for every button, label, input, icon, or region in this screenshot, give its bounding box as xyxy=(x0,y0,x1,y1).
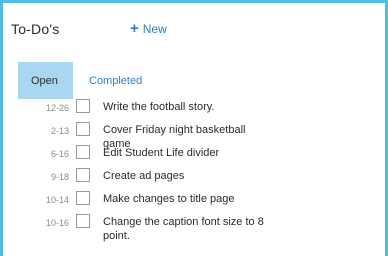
todo-row: 10-16 Change the caption font size to 8 … xyxy=(3,214,385,246)
todo-panel: To-Do's + New Open Completed 12-26 Write… xyxy=(0,0,388,256)
task-text: Change the caption font size to 8 point. xyxy=(103,216,264,242)
task-date: 12-26 xyxy=(45,103,69,113)
task-text: Write the football story. xyxy=(103,101,215,113)
todo-row: 2-13 Cover Friday night basketball game xyxy=(3,122,385,150)
new-button-label: New xyxy=(142,22,167,36)
new-todo-button[interactable]: + New xyxy=(130,20,167,37)
task-checkbox[interactable] xyxy=(76,168,90,182)
panel-title: To-Do's xyxy=(11,21,60,37)
task-date: 2-13 xyxy=(50,126,69,136)
tab-open[interactable]: Open xyxy=(18,62,73,99)
todo-row: 10-14 Make changes to title page xyxy=(3,191,385,209)
task-checkbox[interactable] xyxy=(76,145,90,159)
task-checkbox[interactable] xyxy=(76,122,90,136)
task-checkbox[interactable] xyxy=(76,214,90,228)
task-checkbox[interactable] xyxy=(76,191,90,205)
todo-row: 9-18 Create ad pages xyxy=(3,168,385,186)
todo-row: 6-16 Edit Student Life divider xyxy=(3,145,385,163)
task-date: 10-16 xyxy=(45,218,69,228)
tab-completed[interactable]: Completed xyxy=(73,62,154,99)
task-text: Make changes to title page xyxy=(103,193,235,205)
task-date: 10-14 xyxy=(45,195,69,205)
tab-open-label: Open xyxy=(31,74,58,87)
task-text: Edit Student Life divider xyxy=(103,147,220,159)
todo-header: To-Do's + New xyxy=(11,21,371,43)
todo-tabs: Open Completed xyxy=(18,62,154,99)
task-date: 6-16 xyxy=(50,149,69,159)
todo-row: 12-26 Write the football story. xyxy=(3,99,385,117)
plus-icon: + xyxy=(130,20,139,37)
task-checkbox[interactable] xyxy=(76,99,90,113)
tab-completed-label: Completed xyxy=(89,74,143,87)
task-date: 9-18 xyxy=(50,172,69,182)
task-text: Create ad pages xyxy=(103,170,185,182)
